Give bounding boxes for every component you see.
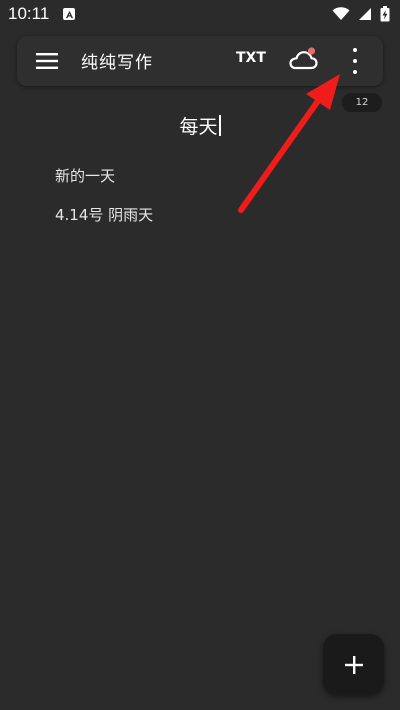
battery-charging-icon bbox=[380, 6, 390, 22]
txt-export-button[interactable]: TXT bbox=[236, 50, 266, 66]
cloud-badge-dot bbox=[307, 47, 316, 55]
add-button[interactable] bbox=[323, 634, 384, 695]
app-a-icon bbox=[63, 8, 76, 20]
more-dot bbox=[353, 59, 357, 63]
word-count-value: 12 bbox=[355, 97, 369, 108]
app-title: 纯纯写作 bbox=[81, 53, 153, 73]
more-dot bbox=[353, 48, 357, 52]
document-line[interactable]: 新的一天 bbox=[55, 165, 115, 186]
document-line[interactable]: 4.14号 阴雨天 bbox=[55, 204, 153, 225]
status-time: 10:11 bbox=[8, 4, 50, 23]
plus-icon bbox=[344, 655, 363, 674]
status-left: 10:11 bbox=[8, 4, 76, 24]
more-dot bbox=[353, 70, 357, 74]
app-screen: 10:11 纯纯写作 TXT 12 每天 新的一天 4.14号 阴雨天 bbox=[0, 0, 400, 710]
hamburger-menu-icon[interactable] bbox=[36, 50, 58, 72]
wifi-icon bbox=[332, 7, 350, 20]
text-cursor bbox=[218, 115, 221, 136]
signal-icon bbox=[359, 8, 371, 20]
red-annotation-arrow bbox=[238, 74, 340, 213]
status-bar: 10:11 bbox=[0, 0, 400, 28]
document-title-text: 每天 bbox=[179, 116, 218, 138]
more-vertical-icon[interactable] bbox=[349, 48, 361, 74]
status-right bbox=[332, 6, 390, 22]
